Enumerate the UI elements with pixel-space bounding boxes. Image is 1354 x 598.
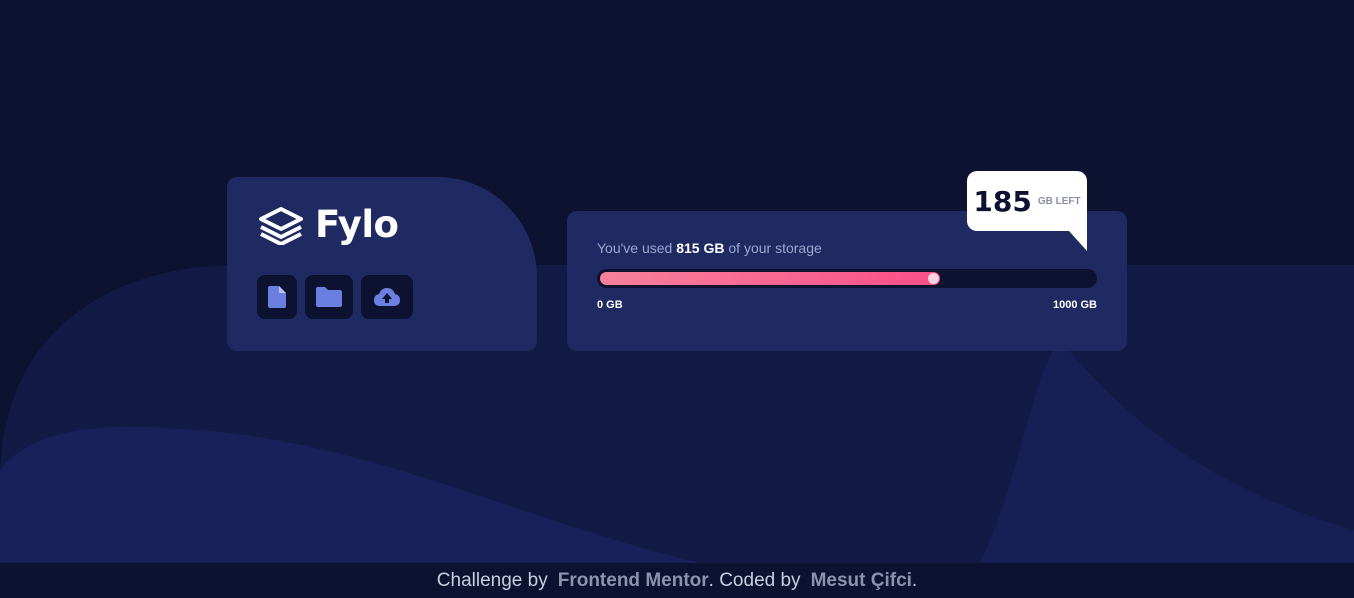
document-button[interactable] <box>257 275 297 319</box>
brand-name: Fylo <box>315 203 399 246</box>
storage-usage-text: You've used 815 GB of your storage <box>597 240 822 256</box>
document-icon <box>268 286 286 308</box>
usage-suffix: of your storage <box>728 240 822 256</box>
frontend-mentor-link[interactable]: Frontend Mentor <box>558 570 709 592</box>
storage-left-unit: GB LEFT <box>1037 195 1081 207</box>
author-link[interactable]: Mesut Çifci <box>811 570 912 592</box>
upload-icon <box>374 288 400 306</box>
attribution-footer: Challenge by Frontend Mentor . Coded by … <box>0 563 1354 598</box>
folder-button[interactable] <box>305 275 353 319</box>
folder-icon <box>316 287 342 307</box>
logo: Fylo <box>257 203 399 246</box>
storage-left-badge: 185 GB LEFT <box>967 171 1087 251</box>
storage-progress-bar <box>597 269 1097 288</box>
layers-icon <box>259 207 303 245</box>
storage-card: You've used 815 GB of your storage 0 GB … <box>567 211 1127 351</box>
usage-prefix: You've used <box>597 240 673 256</box>
used-amount: 815 GB <box>676 240 725 256</box>
progress-knob <box>928 273 939 284</box>
range-min-label: 0 GB <box>597 299 623 311</box>
footer-prefix: Challenge by <box>436 569 548 591</box>
storage-progress-fill <box>600 272 940 285</box>
upload-button[interactable] <box>361 275 413 319</box>
footer-middle: . Coded by <box>708 569 801 591</box>
footer-suffix: . <box>911 569 918 591</box>
file-actions <box>257 275 413 319</box>
storage-left-amount: 185 <box>973 184 1032 218</box>
brand-card: Fylo <box>227 177 537 351</box>
range-max-label: 1000 GB <box>1052 299 1097 311</box>
